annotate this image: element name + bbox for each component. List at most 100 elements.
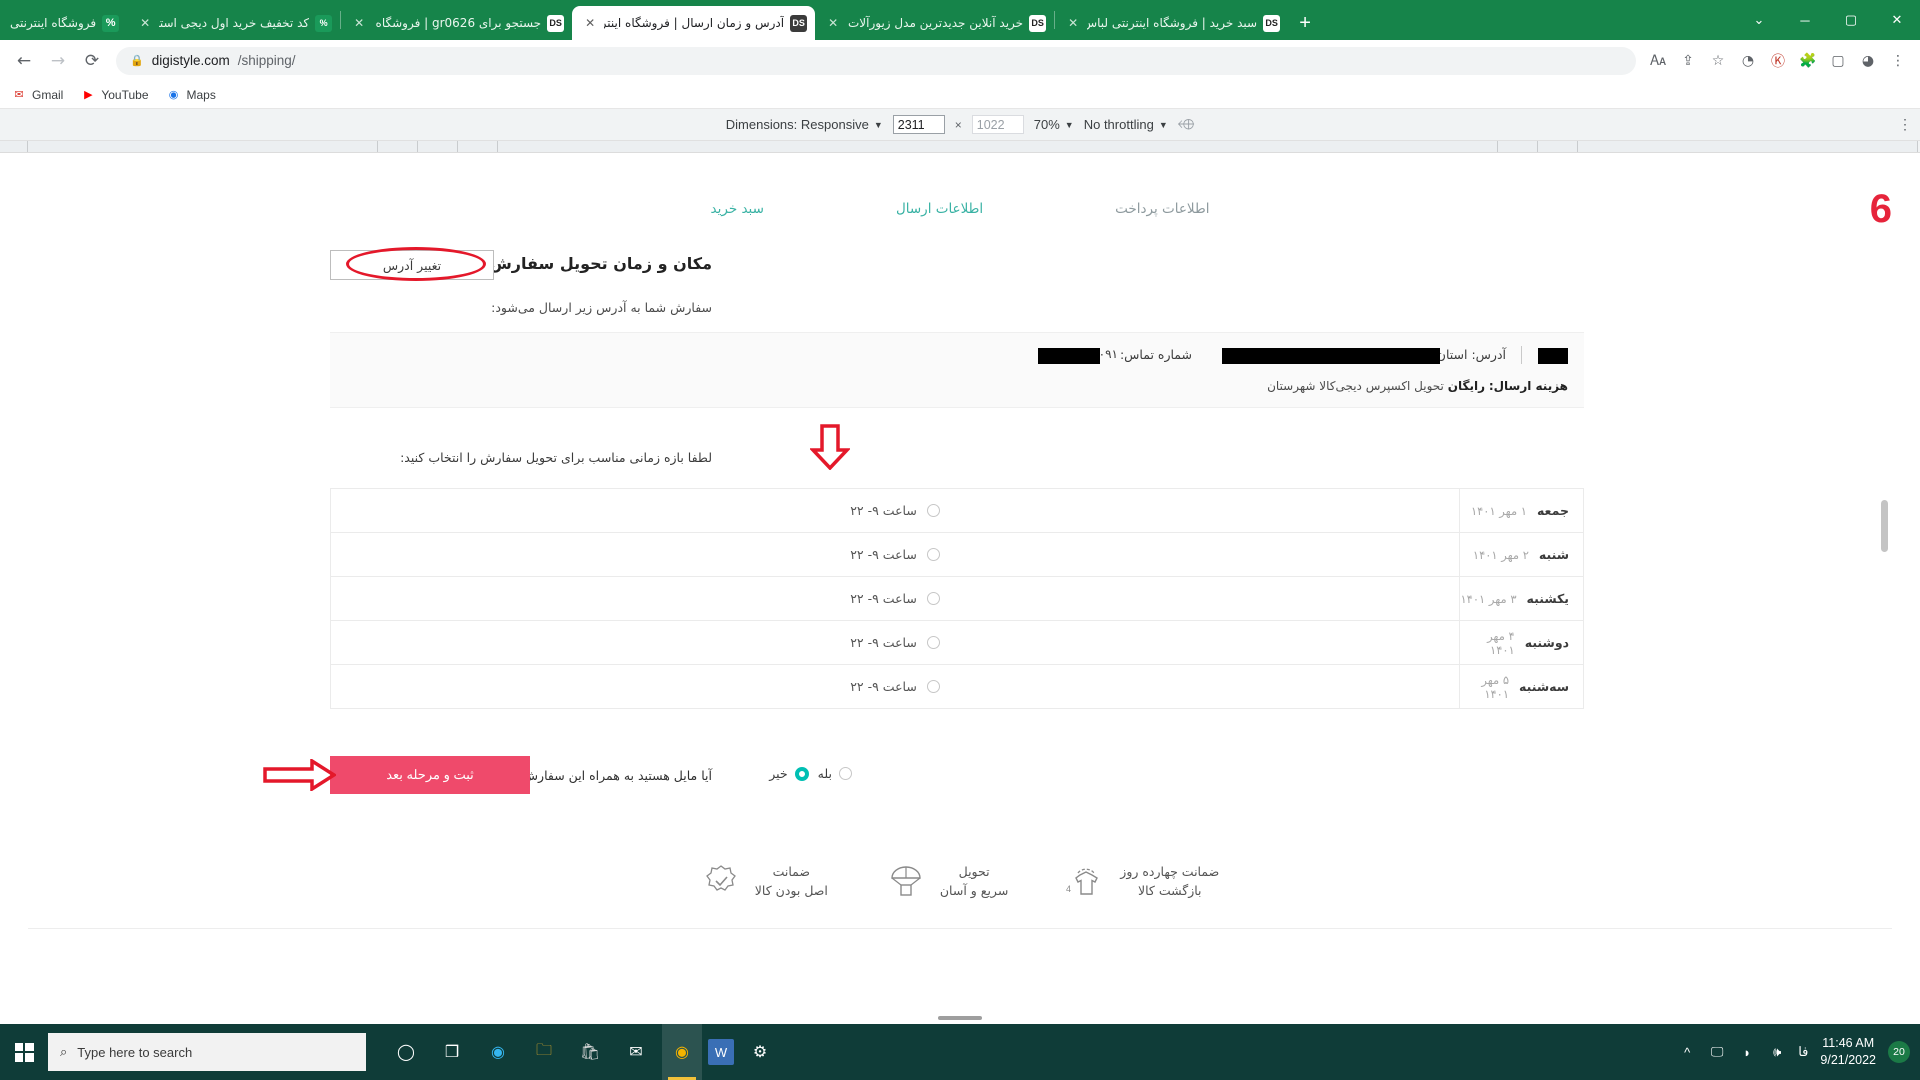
start-button[interactable] [0, 1024, 48, 1080]
rotate-device-icon[interactable]: ⬲ [1178, 116, 1195, 133]
digistyle-favicon: DS [547, 14, 565, 32]
display-icon[interactable]: 🖵 [1708, 1043, 1726, 1061]
wifi-icon[interactable]: ◗ [1738, 1043, 1756, 1061]
step-shipping-info[interactable]: اطلاعات ارسال [896, 201, 983, 217]
slot-day-cell: دوشنبه ۴ مهر ۱۴۰۱ [1459, 621, 1583, 664]
volume-icon[interactable]: 🕪 [1768, 1043, 1786, 1061]
back-icon[interactable]: ← [8, 45, 40, 77]
zoom-dropdown[interactable]: 70% ▼ [1034, 117, 1074, 132]
table-row[interactable]: یکشنبه ۳ مهر ۱۴۰۱ ساعت ۹- ۲۲ [331, 577, 1583, 621]
word-icon[interactable]: W [708, 1039, 734, 1065]
browser-tab-4[interactable]: DS خرید آنلاین جدیدترین مدل زیورآلات نقر… [815, 6, 1054, 40]
tray-chevron-icon[interactable]: ^ [1678, 1043, 1696, 1061]
language-indicator[interactable]: فا [1798, 1043, 1808, 1061]
close-tab-icon[interactable]: ✕ [137, 15, 153, 31]
bookmark-star-icon[interactable]: ☆ [1704, 47, 1732, 75]
bookmark-youtube[interactable]: ▶ YouTube [81, 88, 148, 102]
slot-day-date: ۱ مهر ۱۴۰۱ [1470, 503, 1527, 518]
times-separator: × [954, 117, 962, 132]
microsoft-store-icon[interactable]: 🛍 [570, 1024, 610, 1080]
table-row[interactable]: جمعه ۱ مهر ۱۴۰۱ ساعت ۹- ۲۲ [331, 489, 1583, 533]
address-bar[interactable]: 🔒 digistyle.com/shipping/ [116, 46, 1636, 75]
page-scrollbar-thumb[interactable] [1881, 500, 1888, 552]
send-to-address-line: سفارش شما به آدرس زیر ارسال می‌شود: [491, 300, 712, 315]
close-tab-icon[interactable]: ✕ [825, 15, 841, 31]
browser-toolbar: ← → ⟳ 🔒 digistyle.com/shipping/ 🗛 ⇪ ☆ ◔ … [0, 40, 1920, 81]
shirt-14-days-icon: 14 [1066, 868, 1099, 895]
extension-pocket-icon[interactable]: ◔ [1734, 47, 1762, 75]
slot-time-cell[interactable]: ساعت ۹- ۲۲ [331, 533, 1459, 576]
invoice-option-no[interactable]: خیر [769, 766, 809, 781]
shipping-cost-prefix: هزینه ارسال: [1488, 379, 1568, 393]
chrome-menu-icon[interactable]: ⋮ [1884, 47, 1912, 75]
extensions-puzzle-icon[interactable]: 🧩 [1794, 47, 1822, 75]
close-tab-icon[interactable]: ✕ [351, 15, 367, 31]
cortana-icon[interactable]: ◯ [386, 1024, 426, 1080]
notification-badge[interactable]: 20 [1888, 1041, 1910, 1063]
dimensions-dropdown[interactable]: Dimensions: Responsive ▼ [726, 117, 883, 132]
table-row[interactable]: دوشنبه ۴ مهر ۱۴۰۱ ساعت ۹- ۲۲ [331, 621, 1583, 665]
step-payment-info[interactable]: اطلاعات پرداخت [1115, 201, 1209, 217]
translate-icon[interactable]: 🗛 [1644, 47, 1672, 75]
gmail-icon: ✉ [14, 89, 24, 101]
slot-time-label: ساعت ۹- ۲۲ [850, 679, 917, 694]
taskbar-search[interactable]: ⌕ Type here to search [48, 1033, 366, 1071]
forward-icon[interactable]: → [42, 45, 74, 77]
sidepanel-icon[interactable]: ▢ [1824, 47, 1852, 75]
extension-k-icon[interactable]: Ⓚ [1764, 47, 1792, 75]
slot-time-cell[interactable]: ساعت ۹- ۲۲ [331, 665, 1459, 708]
slot-time-cell[interactable]: ساعت ۹- ۲۲ [331, 577, 1459, 620]
tab-strip: % فروشگاه اینترنتی % کد تخفیف خرید اول د… [0, 0, 1920, 40]
slot-time-label: ساعت ۹- ۲۲ [850, 635, 917, 650]
share-icon[interactable]: ⇪ [1674, 47, 1702, 75]
lock-icon: 🔒 [130, 55, 144, 67]
kebab-menu-icon[interactable]: ⋮ [1898, 116, 1912, 133]
invoice-no-label: خیر [769, 766, 788, 781]
slot-radio[interactable] [926, 680, 940, 693]
maximize-button[interactable]: ▢ [1828, 0, 1874, 40]
reload-icon[interactable]: ⟳ [76, 45, 108, 77]
slot-radio[interactable] [926, 592, 940, 605]
close-tab-icon[interactable]: ✕ [582, 15, 598, 31]
taskbar-clock[interactable]: 11:46 AM 9/21/2022 [1820, 1035, 1876, 1069]
bookmark-maps[interactable]: ◉ Maps [167, 88, 216, 102]
file-explorer-icon[interactable]: 🗀 [524, 1024, 564, 1080]
table-row[interactable]: شنبه ۲ مهر ۱۴۰۱ ساعت ۹- ۲۲ [331, 533, 1583, 577]
slot-radio[interactable] [926, 548, 940, 561]
mail-icon[interactable]: ✉ [616, 1024, 656, 1080]
close-tab-icon[interactable]: ✕ [1065, 15, 1081, 31]
invoice-option-yes[interactable]: بله [818, 766, 852, 781]
bookmark-gmail[interactable]: ✉ Gmail [12, 88, 63, 102]
slot-time-cell[interactable]: ساعت ۹- ۲۲ [331, 489, 1459, 532]
badge-line2: بازگشت کالا [1137, 883, 1202, 898]
section-title: مکان و زمان تحویل سفارش [489, 254, 712, 273]
settings-icon[interactable]: ⚙ [740, 1024, 780, 1080]
slot-radio[interactable] [926, 636, 940, 649]
edge-icon[interactable]: ◉ [478, 1024, 518, 1080]
submit-next-step-button[interactable]: ثبت و مرحله بعد [330, 756, 530, 794]
viewport-height-input[interactable] [971, 115, 1024, 134]
profile-avatar[interactable]: ◕ [1854, 47, 1882, 75]
browser-tab-0[interactable]: % فروشگاه اینترنتی [0, 6, 127, 40]
step-cart[interactable]: سبد خرید [711, 201, 764, 217]
chevron-down-icon[interactable]: ⌄ [1736, 0, 1782, 40]
change-address-button[interactable]: تغییر آدرس [330, 250, 494, 280]
close-window-button[interactable]: ✕ [1874, 0, 1920, 40]
throttling-dropdown[interactable]: No throttling ▼ [1084, 117, 1168, 132]
browser-tab-1[interactable]: % کد تخفیف خرید اول دیجی استایل با ارس ✕ [127, 6, 340, 40]
new-tab-button[interactable]: + [1288, 6, 1322, 40]
task-view-icon[interactable]: ❒ [432, 1024, 472, 1080]
minimize-button[interactable]: ─ [1782, 0, 1828, 40]
table-row[interactable]: سه‌شنبه ۵ مهر ۱۴۰۱ ساعت ۹- ۲۲ [331, 665, 1583, 709]
browser-tab-5[interactable]: DS سبد خرید | فروشگاه اینترنتی لباس دیج … [1055, 6, 1288, 40]
slot-radio[interactable] [926, 504, 940, 517]
browser-tab-2[interactable]: DS جستجو برای gr0626 | فروشگاه اینترنتی … [341, 6, 572, 40]
bookmark-label: Gmail [32, 87, 64, 102]
browser-tab-3-active[interactable]: DS آدرس و زمان ارسال | فروشگاه اینترنتی … [572, 6, 816, 40]
slot-time-cell[interactable]: ساعت ۹- ۲۲ [331, 621, 1459, 664]
viewport-width-input[interactable] [892, 115, 945, 134]
invoice-yes-radio[interactable] [839, 767, 852, 780]
chrome-icon[interactable]: ◉ [662, 1024, 702, 1080]
invoice-no-radio[interactable] [794, 766, 809, 781]
devtools-resize-handle[interactable] [938, 1016, 982, 1020]
